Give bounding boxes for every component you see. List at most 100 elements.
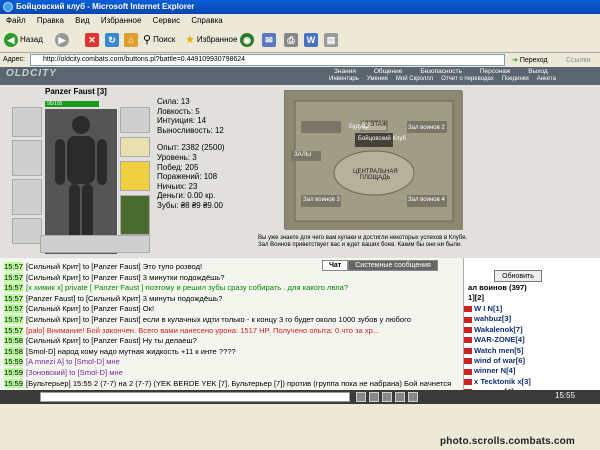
message-time[interactable]: 15:57 xyxy=(4,325,24,335)
settings-button[interactable] xyxy=(408,392,418,402)
chat-message: 15:59 [Зоновский] to [Smol-D] мне xyxy=(4,367,459,379)
player-item[interactable]: WAR-ZONE[4] xyxy=(464,335,531,345)
map-label-halls[interactable]: ЗАЛЫ xyxy=(294,152,311,158)
amulet-slot[interactable] xyxy=(12,140,42,176)
map-label-hall3[interactable]: Зал воинов 3 xyxy=(303,197,340,203)
back-arrow-icon: ◀ xyxy=(4,33,18,47)
players-panel: Обновить ал воинов (397) 1][2] W I N[1] wa… xyxy=(463,258,600,407)
map-label-hall2[interactable]: Зал воинов 2 xyxy=(408,125,445,131)
clear-button[interactable] xyxy=(369,392,379,402)
discuss-button[interactable]: ▤ xyxy=(324,32,338,48)
player-item[interactable]: winner N[4] xyxy=(464,366,531,376)
message-time[interactable]: 15:57 xyxy=(4,304,24,314)
player-item[interactable]: x Tecktonik x[3] xyxy=(464,377,531,387)
stats-block: Сила: 13 Ловкость: 5 Интуиция: 14 Выносл… xyxy=(157,97,225,211)
message-text: [Зоновский] to [Smol-D] мне xyxy=(26,367,123,377)
player-name: winner N[4] xyxy=(474,366,516,376)
stat-endurance: Выносливость: 12 xyxy=(157,125,224,135)
menu-help[interactable]: Справка xyxy=(191,16,222,25)
chat-message: 15:59 [Бультерьер] 15:55 2 (7-7) на 2 (7-… xyxy=(4,378,459,390)
nav-skills[interactable]: Умения xyxy=(363,76,392,82)
smiles-button[interactable] xyxy=(382,392,392,402)
game-clock: 15:55 xyxy=(555,391,576,400)
nav-security[interactable]: Безопасность xyxy=(411,68,470,75)
player-item[interactable]: Wakalenok[7] xyxy=(464,325,531,335)
message-time[interactable]: 15:57 xyxy=(4,283,24,293)
message-time[interactable]: 15:57 xyxy=(4,272,24,282)
nav-communication[interactable]: Общение xyxy=(365,68,412,75)
chat-input[interactable] xyxy=(40,392,350,402)
refresh-button[interactable]: Обновить xyxy=(494,270,542,282)
message-time[interactable]: 15:58 xyxy=(4,336,24,346)
ring-slot[interactable] xyxy=(120,107,150,133)
nav-fights[interactable]: Поединки xyxy=(498,76,533,82)
armor-slot[interactable] xyxy=(12,218,42,244)
clan-flag-icon xyxy=(464,368,472,375)
edit-button[interactable]: W xyxy=(304,32,318,48)
message-time[interactable]: 15:57 xyxy=(4,314,24,324)
print-button[interactable]: ⎙ xyxy=(284,32,298,48)
message-time[interactable]: 15:57 xyxy=(4,293,24,303)
location-map[interactable]: Будуар Зал воинов 2 2 ЭТАЖ Бойцовский Кл… xyxy=(284,90,463,230)
nav-knowledge[interactable]: Знания xyxy=(325,68,365,75)
back-button[interactable]: ◀ Назад xyxy=(4,32,43,48)
nav-inventory[interactable]: Инвентарь xyxy=(325,76,363,82)
go-button[interactable]: ➔ Переход xyxy=(512,54,548,68)
message-time[interactable]: 15:59 xyxy=(4,367,24,377)
player-item[interactable]: W I N[1] xyxy=(464,304,531,314)
player-item[interactable]: Watch men[5] xyxy=(464,346,531,356)
mail-icon: ✉ xyxy=(262,33,276,47)
map-label-floor2[interactable]: 2 ЭТАЖ xyxy=(365,122,387,128)
message-time[interactable]: 15:59 xyxy=(4,378,24,388)
menu-view[interactable]: Вид xyxy=(75,16,89,25)
player-name[interactable]: Panzer Faust [3] xyxy=(45,87,107,96)
message-time[interactable]: 15:58 xyxy=(4,346,24,356)
player-name: Wakalenok[7] xyxy=(474,324,523,334)
message-text: [Сильный Крит] to [Panzer Faust] Ок! xyxy=(26,304,155,314)
home-button[interactable]: ⌂ xyxy=(124,32,138,48)
stat-intuition: Интуиция: 14 xyxy=(157,116,207,126)
stop-button[interactable]: ✕ xyxy=(85,32,99,48)
menu-favorites[interactable]: Избранное xyxy=(101,16,142,25)
nav-character[interactable]: Персонаж xyxy=(471,68,519,75)
menu-file[interactable]: Файл xyxy=(6,16,26,25)
address-input[interactable]: http://oldcity.combats.com/buttons.pl?ba… xyxy=(30,54,505,66)
shield-slot[interactable] xyxy=(120,161,150,191)
mail-button[interactable]: ✉ xyxy=(262,32,276,48)
menu-bar: Файл Правка Вид Избранное Сервис Справка xyxy=(0,14,600,27)
map-label-hall4[interactable]: Зал воинов 4 xyxy=(408,197,445,203)
clan-flag-icon xyxy=(464,316,472,323)
chat-input-bar: 15:55 xyxy=(0,390,600,404)
nav-transfers[interactable]: Отчет о переводах xyxy=(437,76,498,82)
menu-tools[interactable]: Сервис xyxy=(153,16,180,25)
map-label-club[interactable]: Бойцовский Клуб xyxy=(358,136,406,142)
message-time[interactable]: 15:57 xyxy=(4,262,24,271)
belt-slots[interactable] xyxy=(40,235,150,253)
clan-flag-icon xyxy=(464,347,472,354)
hp-bar: 95/105 xyxy=(45,101,99,107)
bell-slot[interactable] xyxy=(120,137,150,157)
player-item[interactable]: wind of war[6] xyxy=(464,356,531,366)
media-button[interactable]: ◉ xyxy=(240,32,254,48)
nav-profile[interactable]: Анкета xyxy=(533,76,560,82)
message-time[interactable]: 15:59 xyxy=(4,357,24,367)
pants-slot[interactable] xyxy=(120,195,150,235)
nav-exit[interactable]: Выход xyxy=(519,68,556,75)
chat-message: 15:58 [Сильный Крит] to [Panzer Faust] Ну… xyxy=(4,336,459,347)
nav-scroll[interactable]: Мой Скроллл xyxy=(392,76,437,82)
favorites-button[interactable]: ★ Избранное xyxy=(185,32,237,48)
weapon-slot[interactable] xyxy=(12,179,42,215)
printer-icon: ⎙ xyxy=(284,33,298,47)
map-label-square[interactable]: ЦЕНТРАЛЬНАЯ ПЛОЩАДЬ xyxy=(353,169,398,181)
player-item[interactable]: wahbuz[3] xyxy=(464,314,531,324)
search-button[interactable]: ⚲ Поиск xyxy=(143,32,175,48)
helmet-slot[interactable] xyxy=(12,107,42,137)
filter-button[interactable] xyxy=(395,392,405,402)
links-label[interactable]: Ссылки xyxy=(566,54,591,68)
message-text: [palo] Внимание! Бой закончен. Всего вам… xyxy=(26,325,380,335)
stat-agility: Ловкость: 5 xyxy=(157,106,200,116)
forward-button[interactable]: ▶ xyxy=(55,32,69,48)
refresh-button[interactable]: ↻ xyxy=(105,32,119,48)
send-button[interactable] xyxy=(356,392,366,402)
menu-edit[interactable]: Правка xyxy=(37,16,64,25)
